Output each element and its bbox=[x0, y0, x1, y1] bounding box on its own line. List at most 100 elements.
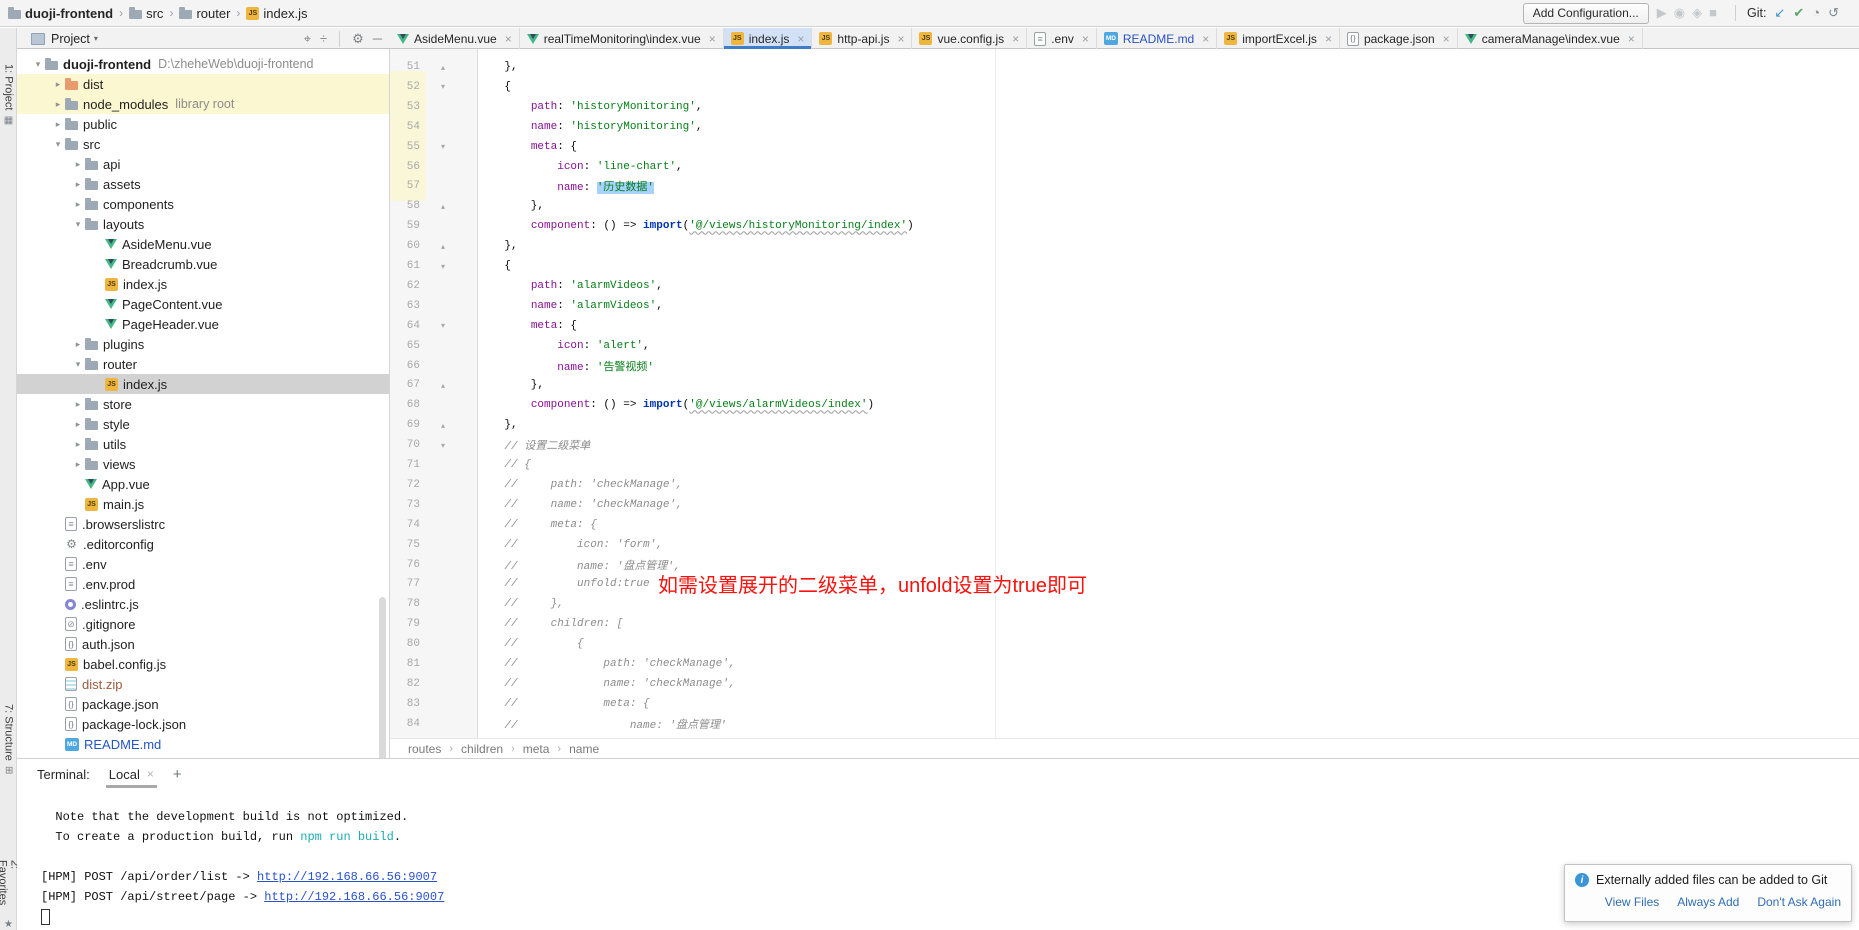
tab-asidemenu-vue[interactable]: AsideMenu.vue× bbox=[390, 28, 520, 49]
fold-marker-icon[interactable]: ▾ bbox=[438, 321, 448, 330]
code-line-63[interactable]: 63 name: 'alarmVideos', bbox=[390, 296, 1858, 316]
fold-marker-icon[interactable]: ▴ bbox=[438, 202, 448, 211]
chevron-closed-icon[interactable]: ▸ bbox=[71, 439, 85, 450]
close-icon[interactable]: × bbox=[1443, 32, 1450, 46]
tree-item-babel-config-js[interactable]: JSbabel.config.js bbox=[17, 654, 389, 674]
code-line-62[interactable]: 62 path: 'alarmVideos', bbox=[390, 276, 1858, 296]
tree-item-package-lock-json[interactable]: {}package-lock.json bbox=[17, 714, 389, 734]
editor-breadcrumb-item[interactable]: name bbox=[569, 742, 599, 756]
code-line-65[interactable]: 65 icon: 'alert', bbox=[390, 336, 1858, 356]
chevron-closed-icon[interactable]: ▸ bbox=[71, 199, 85, 210]
tree-item--gitignore[interactable]: ⊘.gitignore bbox=[17, 614, 389, 634]
tree-item--env[interactable]: ≡.env bbox=[17, 554, 389, 574]
close-icon[interactable]: × bbox=[147, 767, 154, 781]
tree-scrollbar[interactable] bbox=[379, 597, 386, 758]
tree-item-utils[interactable]: ▸utils bbox=[17, 434, 389, 454]
code-line-59[interactable]: 59 component: () => import('@/views/hist… bbox=[390, 216, 1858, 236]
chevron-closed-icon[interactable]: ▸ bbox=[71, 179, 85, 190]
hide-icon[interactable]: ─ bbox=[373, 32, 382, 45]
close-icon[interactable]: × bbox=[1012, 32, 1019, 46]
tree-item-pageheader-vue[interactable]: PageHeader.vue bbox=[17, 314, 389, 334]
tab-realtimemonitoring-index-vue[interactable]: realTimeMonitoring\index.vue× bbox=[520, 28, 724, 49]
tree-item-layouts[interactable]: ▾layouts bbox=[17, 214, 389, 234]
tree-item-dist[interactable]: ▸dist bbox=[17, 74, 389, 94]
add-configuration-button[interactable]: Add Configuration... bbox=[1523, 3, 1649, 24]
chevron-closed-icon[interactable]: ▸ bbox=[51, 119, 65, 130]
tab-vue-config-js[interactable]: JSvue.config.js× bbox=[912, 28, 1027, 49]
code-line-75[interactable]: 75 // icon: 'form', bbox=[390, 535, 1858, 555]
code-line-58[interactable]: 58▴ }, bbox=[390, 196, 1858, 216]
fold-marker-icon[interactable]: ▴ bbox=[438, 421, 448, 430]
chevron-closed-icon[interactable]: ▸ bbox=[51, 79, 65, 90]
sidebar-item-project[interactable]: 1: Project▦ bbox=[0, 64, 17, 126]
code-line-70[interactable]: 70▾ // 设置二级菜单 bbox=[390, 435, 1858, 455]
code-line-71[interactable]: 71 // { bbox=[390, 455, 1858, 475]
tree-item--browserslistrc[interactable]: ≡.browserslistrc bbox=[17, 514, 389, 534]
fold-marker-icon[interactable]: ▾ bbox=[438, 82, 448, 91]
code-line-82[interactable]: 82 // name: 'checkManage', bbox=[390, 674, 1858, 694]
code-line-61[interactable]: 61▾ { bbox=[390, 256, 1858, 276]
chevron-open-icon[interactable]: ▾ bbox=[51, 139, 65, 150]
tree-item-src[interactable]: ▾src bbox=[17, 134, 389, 154]
tree-item-dist-zip[interactable]: dist.zip bbox=[17, 674, 389, 694]
settings-icon[interactable]: ⚙ bbox=[352, 32, 364, 45]
sidebar-item-favorites[interactable]: 2: Favorites★ bbox=[0, 860, 17, 930]
chevron-closed-icon[interactable]: ▸ bbox=[71, 159, 85, 170]
chevron-closed-icon[interactable]: ▸ bbox=[71, 419, 85, 430]
code-line-83[interactable]: 83 // meta: { bbox=[390, 694, 1858, 714]
tree-item-style[interactable]: ▸style bbox=[17, 414, 389, 434]
tree-item-api[interactable]: ▸api bbox=[17, 154, 389, 174]
breadcrumb-item[interactable]: JSindex.js bbox=[246, 6, 307, 21]
tree-item-package-json[interactable]: {}package.json bbox=[17, 694, 389, 714]
tree-item--env-prod[interactable]: ≡.env.prod bbox=[17, 574, 389, 594]
code-line-79[interactable]: 79 // children: [ bbox=[390, 614, 1858, 634]
code-line-68[interactable]: 68 component: () => import('@/views/alar… bbox=[390, 395, 1858, 415]
code-line-56[interactable]: 56 icon: 'line-chart', bbox=[390, 157, 1858, 177]
close-icon[interactable]: × bbox=[1202, 32, 1209, 46]
tree-item-node-modules[interactable]: ▸node_moduleslibrary root bbox=[17, 94, 389, 114]
tab-http-api-js[interactable]: JShttp-api.js× bbox=[812, 28, 912, 49]
tree-item-assets[interactable]: ▸assets bbox=[17, 174, 389, 194]
code-line-73[interactable]: 73 // name: 'checkManage', bbox=[390, 495, 1858, 515]
tree-item-auth-json[interactable]: {}auth.json bbox=[17, 634, 389, 654]
code-line-84[interactable]: 84 // name: '盘点管理' bbox=[390, 714, 1858, 734]
editor-breadcrumb-item[interactable]: routes bbox=[408, 742, 441, 756]
terminal-tab-local[interactable]: Local × bbox=[106, 759, 157, 789]
close-icon[interactable]: × bbox=[897, 32, 904, 46]
close-icon[interactable]: × bbox=[797, 32, 804, 46]
chevron-closed-icon[interactable]: ▸ bbox=[71, 399, 85, 410]
locate-icon[interactable]: ⌖ bbox=[304, 32, 311, 45]
code-line-60[interactable]: 60▴ }, bbox=[390, 236, 1858, 256]
tree-item-asidemenu-vue[interactable]: AsideMenu.vue bbox=[17, 234, 389, 254]
project-panel-title[interactable]: Project bbox=[51, 32, 90, 46]
code-line-80[interactable]: 80 // { bbox=[390, 634, 1858, 654]
code-line-66[interactable]: 66 name: '告警视频' bbox=[390, 356, 1858, 376]
tree-item-plugins[interactable]: ▸plugins bbox=[17, 334, 389, 354]
new-terminal-button[interactable]: + bbox=[173, 766, 182, 783]
tree-item-public[interactable]: ▸public bbox=[17, 114, 389, 134]
code-line-74[interactable]: 74 // meta: { bbox=[390, 515, 1858, 535]
sidebar-item-structure[interactable]: 7: Structure⊞ bbox=[0, 704, 17, 774]
chevron-closed-icon[interactable]: ▸ bbox=[71, 459, 85, 470]
rollback-icon[interactable]: ↺ bbox=[1828, 6, 1839, 19]
code-line-76[interactable]: 76 // name: '盘点管理', bbox=[390, 555, 1858, 575]
tree-item--eslintrc-js[interactable]: .eslintrc.js bbox=[17, 594, 389, 614]
code-line-53[interactable]: 53 path: 'historyMonitoring', bbox=[390, 97, 1858, 117]
fold-marker-icon[interactable]: ▴ bbox=[438, 381, 448, 390]
tab-package-json[interactable]: {}package.json× bbox=[1340, 28, 1458, 49]
tree-item--editorconfig[interactable]: ⚙.editorconfig bbox=[17, 534, 389, 554]
notification-action-always-add[interactable]: Always Add bbox=[1677, 895, 1739, 909]
close-icon[interactable]: × bbox=[1628, 32, 1635, 46]
tree-item-breadcrumb-vue[interactable]: Breadcrumb.vue bbox=[17, 254, 389, 274]
tree-item-store[interactable]: ▸store bbox=[17, 394, 389, 414]
tab-importexcel-js[interactable]: JSimportExcel.js× bbox=[1217, 28, 1340, 49]
history-icon[interactable]: ◔ bbox=[1812, 6, 1820, 19]
close-icon[interactable]: × bbox=[1325, 32, 1332, 46]
tree-item-app-vue[interactable]: App.vue bbox=[17, 474, 389, 494]
tree-item-router[interactable]: ▾router bbox=[17, 354, 389, 374]
collapse-all-icon[interactable]: ÷ bbox=[320, 32, 327, 45]
tree-item-index-js[interactable]: JSindex.js bbox=[17, 274, 389, 294]
tab-readme-md[interactable]: MDREADME.md× bbox=[1097, 28, 1217, 49]
code-line-52[interactable]: 52▾ { bbox=[390, 77, 1858, 97]
code-line-57[interactable]: 57 name: '历史数据' bbox=[390, 176, 1858, 196]
